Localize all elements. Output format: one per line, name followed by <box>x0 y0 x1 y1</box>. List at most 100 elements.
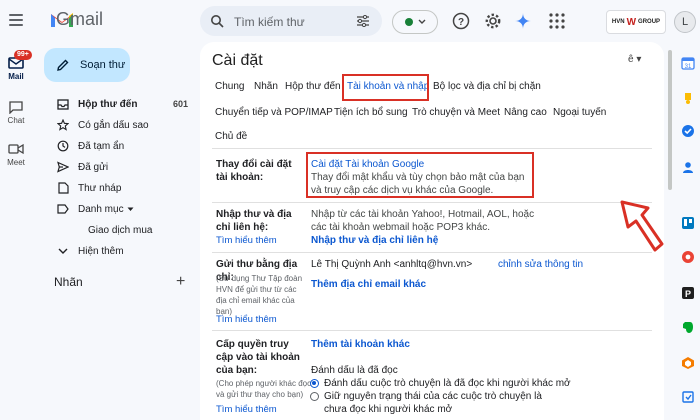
send-as-learn-more-link[interactable]: Tìm hiểu thêm <box>216 313 277 326</box>
import-learn-more-link[interactable]: Tìm hiểu thêm <box>216 234 277 247</box>
side-panel: 31 P <box>676 44 700 420</box>
sidebar-item-sent[interactable]: Đã gửi <box>44 157 196 177</box>
search-placeholder[interactable]: Tìm kiếm thư <box>234 15 305 29</box>
page-title: Cài đặt <box>212 52 263 69</box>
tag-icon <box>72 227 78 233</box>
trello-icon[interactable] <box>681 216 695 230</box>
draft-icon <box>57 182 69 194</box>
chevron-down-icon[interactable] <box>127 207 134 212</box>
sidebar-item-label: Hộp thư đến <box>78 98 138 110</box>
tab-addons[interactable]: Tiện ích bổ sung <box>334 107 408 118</box>
left-rail: Mail 99+ Chat Meet <box>0 0 32 420</box>
help-icon[interactable]: ? <box>452 12 470 30</box>
grant-learn-more-link[interactable]: Tìm hiểu thêm <box>216 403 277 416</box>
avatar[interactable]: L <box>674 11 696 33</box>
compose-label: Soạn thư <box>80 59 126 71</box>
rail-meet[interactable]: Meet <box>0 142 32 167</box>
sidebar-item-categories[interactable]: Danh mục <box>44 199 196 219</box>
change-account-label: Thay đổi cài đặt tài khoản: <box>216 159 292 183</box>
gmail-logo[interactable]: Gmail <box>50 10 103 28</box>
keep-unread-radio[interactable] <box>310 392 319 401</box>
edit-info-link[interactable]: chỉnh sửa thông tin <box>498 258 583 271</box>
addon-red-icon[interactable] <box>681 250 695 264</box>
brand-right: GROUP <box>638 19 661 25</box>
compose-button[interactable]: Soạn thư <box>44 48 130 82</box>
tasks-icon[interactable] <box>681 124 695 138</box>
video-icon <box>8 143 24 155</box>
svg-text:?: ? <box>458 17 464 28</box>
gemini-icon[interactable] <box>514 12 532 30</box>
rail-chat-label: Chat <box>7 116 25 125</box>
divider <box>212 252 652 253</box>
grant-access-label: Cấp quyền truy cập vào tài khoản của bạn… <box>216 339 300 376</box>
sidebar-item-inbox[interactable]: Hộp thư đến 601 <box>44 94 196 114</box>
sidebar-item-label: Hiện thêm <box>78 245 124 257</box>
calendar-icon[interactable]: 31 <box>681 56 695 70</box>
import-label: Nhập thư và địa chỉ liên hệ: <box>216 209 292 233</box>
pencil-icon <box>57 59 69 71</box>
tab-general[interactable]: Chung <box>215 81 244 92</box>
sidebar-item-label: Danh mục <box>78 203 124 215</box>
pipedrive-icon[interactable]: P <box>681 286 695 300</box>
tab-inbox[interactable]: Hộp thư đến <box>285 81 341 92</box>
add-email-link[interactable]: Thêm địa chỉ email khác <box>311 278 426 291</box>
sidebar-item-label: Giao dịch mua <box>88 224 153 236</box>
divider <box>212 148 652 149</box>
divider <box>212 330 652 331</box>
settings-panel: Cài đặt ê ▾ Chung Nhãn Hộp thư đến Tài k… <box>200 42 664 420</box>
tab-forwarding[interactable]: Chuyển tiếp và POP/IMAP <box>215 107 333 118</box>
evernote-icon[interactable] <box>681 320 695 334</box>
mark-read-heading: Đánh dấu là đã đọc <box>311 365 398 376</box>
sidebar-item-snoozed[interactable]: Đã tạm ẩn <box>44 136 196 156</box>
apps-grid-icon[interactable] <box>548 12 566 30</box>
tab-filters[interactable]: Bộ lọc và địa chỉ bị chặn <box>433 81 541 92</box>
contacts-icon[interactable] <box>681 160 695 174</box>
status-selector[interactable] <box>392 10 438 34</box>
add-label-icon[interactable]: + <box>176 273 185 291</box>
rail-chat[interactable]: Chat <box>0 100 32 125</box>
brand-left: HVN <box>611 19 625 25</box>
grant-access-note: (Cho phép người khác đọc và gửi thư thay… <box>216 379 312 399</box>
search-bar[interactable]: Tìm kiếm thư <box>200 6 382 36</box>
sidebar-item-starred[interactable]: Có gắn dấu sao <box>44 115 196 135</box>
sidebar-item-drafts[interactable]: Thư nháp <box>44 178 196 198</box>
sidebar-item-label: Đã tạm ẩn <box>78 140 125 152</box>
tab-labels[interactable]: Nhãn <box>254 81 278 92</box>
brand-mark-icon: W <box>626 16 637 28</box>
svg-text:31: 31 <box>685 64 692 70</box>
sidebar-item-more[interactable]: Hiện thêm <box>44 241 196 261</box>
mark-read-radio[interactable] <box>310 379 319 388</box>
status-active-icon <box>404 18 413 26</box>
sidebar-item-label: Thư nháp <box>78 182 122 194</box>
annotation-arrow-icon <box>620 200 664 252</box>
active-tab-highlight <box>342 74 429 101</box>
tab-chat-meet[interactable]: Trò chuyện và Meet <box>412 107 500 118</box>
star-icon <box>57 119 69 131</box>
search-icon[interactable] <box>210 14 224 28</box>
keep-unread-option[interactable]: Giữ nguyên trạng thái của các cuộc trò c… <box>324 390 564 416</box>
keep-icon[interactable] <box>681 92 695 106</box>
sidebar-item-purchases[interactable]: Giao dịch mua <box>60 220 196 240</box>
main-menu-icon[interactable] <box>9 14 23 29</box>
mail-unread-badge: 99+ <box>14 50 32 60</box>
search-options-icon[interactable] <box>356 15 370 27</box>
organization-logo[interactable]: HVN W GROUP <box>606 10 666 34</box>
add-account-link[interactable]: Thêm tài khoản khác <box>311 338 410 351</box>
svg-text:P: P <box>685 289 691 299</box>
tab-advanced[interactable]: Nâng cao <box>504 107 547 118</box>
tab-offline[interactable]: Ngoại tuyến <box>553 107 606 118</box>
addon-orange-icon[interactable] <box>681 356 695 370</box>
send-as-identity: Lê Thị Quỳnh Anh <anhltq@hvn.vn> <box>311 259 473 270</box>
rail-mail-label: Mail <box>8 72 24 81</box>
mark-read-option[interactable]: Đánh dấu cuộc trò chuyện là đã đọc khi n… <box>324 377 574 390</box>
import-mail-contacts-link[interactable]: Nhập thư và địa chỉ liên hệ <box>311 234 438 247</box>
addon-blue-icon[interactable] <box>681 390 695 404</box>
input-tools-selector[interactable]: ê ▾ <box>628 54 641 65</box>
import-desc: Nhập từ các tài khoản Yahoo!, Hotmail, A… <box>311 209 535 233</box>
scrollbar[interactable] <box>668 44 672 420</box>
tab-themes[interactable]: Chủ đề <box>215 131 247 142</box>
gear-icon[interactable] <box>484 12 502 30</box>
inbox-count: 601 <box>172 99 188 109</box>
divider <box>212 202 652 203</box>
app-name: Gmail <box>56 8 104 29</box>
